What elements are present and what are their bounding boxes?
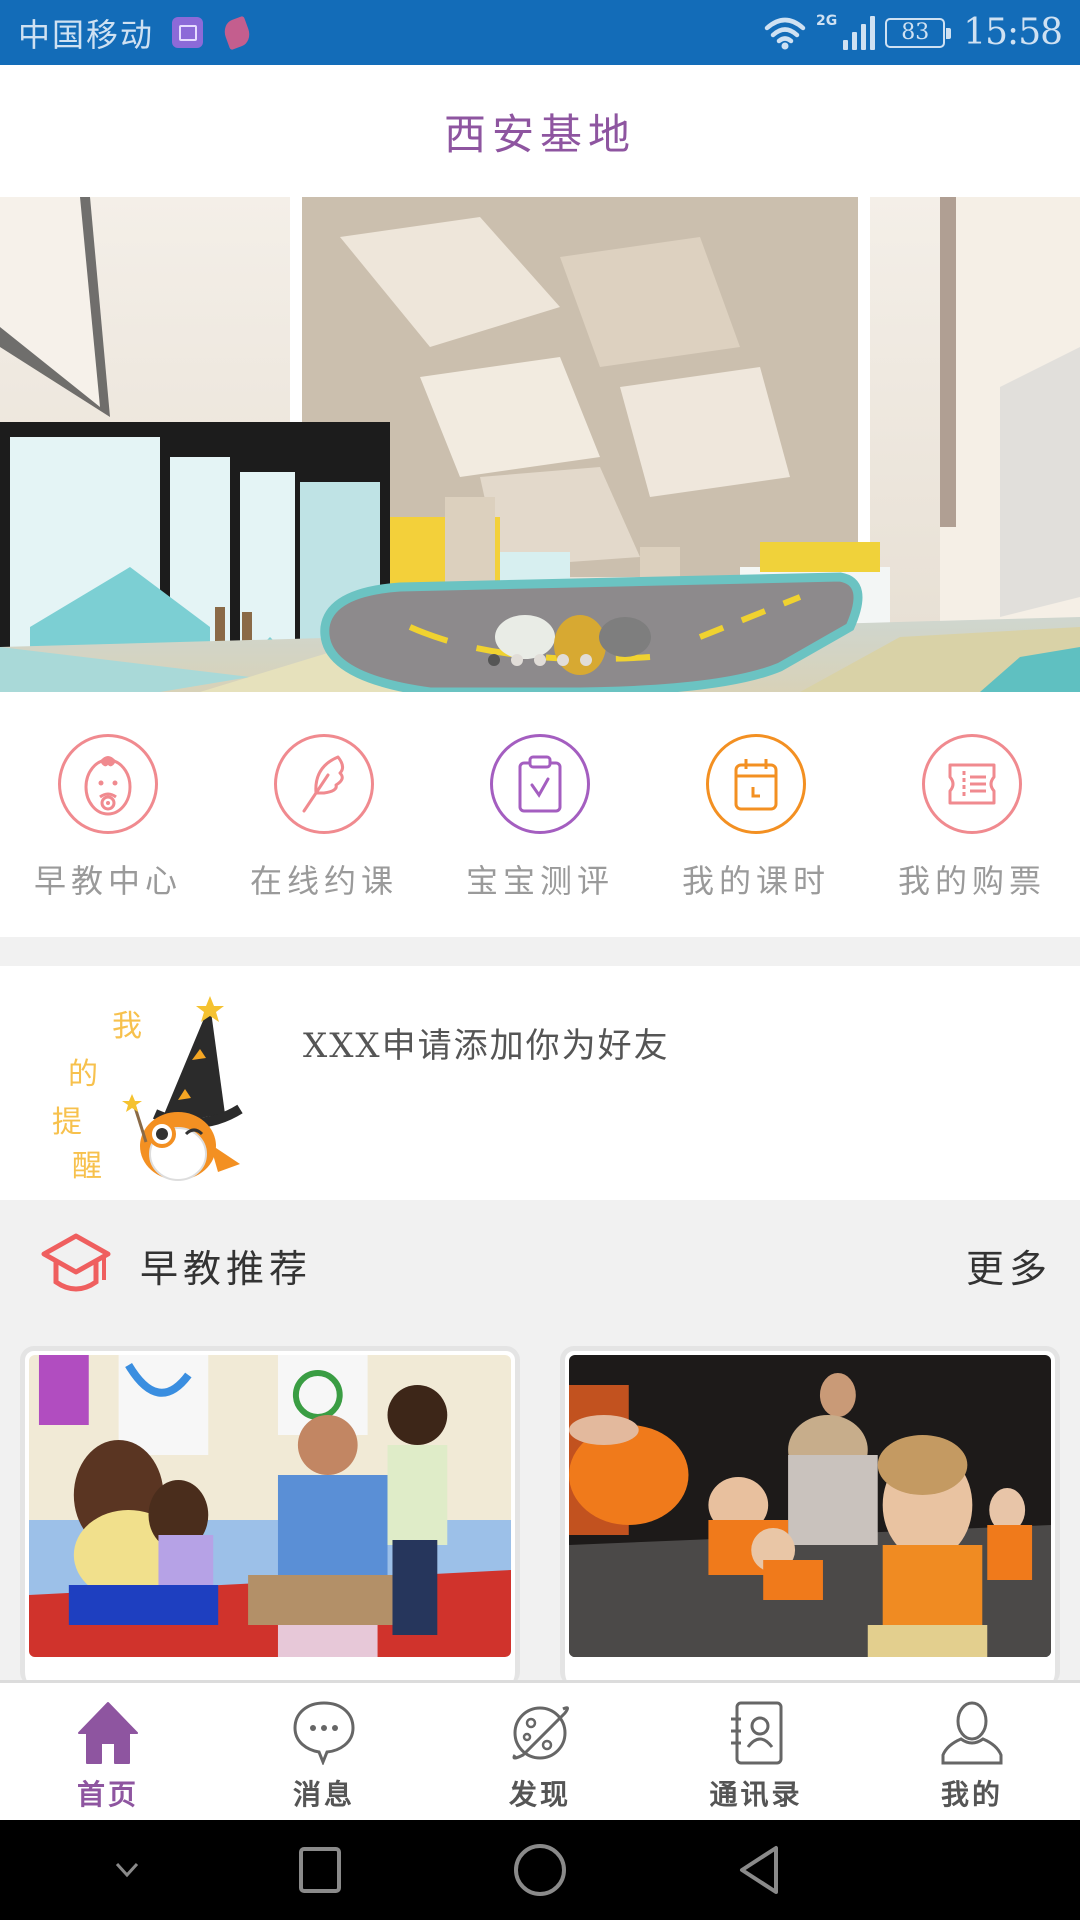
- gallery-notification-icon: [172, 17, 204, 48]
- shortcut-label: 我的购票: [897, 862, 1046, 900]
- tab-me[interactable]: 我的: [864, 1683, 1080, 1820]
- wifi-icon: [764, 17, 806, 49]
- more-link[interactable]: 更多: [966, 1238, 1052, 1293]
- title-bar: 西安基地: [0, 65, 1080, 197]
- signal-icon: [843, 15, 876, 50]
- shortcut-online-booking[interactable]: 在线约课: [216, 692, 432, 937]
- reminder-badge-char: 提: [52, 1105, 82, 1140]
- back-button[interactable]: [730, 1840, 790, 1900]
- tab-label: 通讯录: [709, 1778, 803, 1811]
- tab-label: 消息: [292, 1778, 355, 1811]
- square-icon: [299, 1847, 341, 1893]
- tab-contacts[interactable]: 通讯录: [648, 1683, 864, 1820]
- baby-face-icon: [58, 734, 158, 834]
- carousel-dot-active[interactable]: [488, 654, 500, 666]
- system-navigation-bar: [0, 1820, 1080, 1920]
- reminder-badge-char: 我: [112, 1009, 142, 1044]
- shortcut-grid: 早教中心 在线约课 宝宝测评 我的课时 我的购票: [0, 692, 1080, 937]
- network-type: 2G: [816, 12, 838, 29]
- reminder-badge-char: 醒: [72, 1149, 102, 1184]
- carousel-dot[interactable]: [534, 654, 546, 666]
- shortcut-label: 宝宝测评: [465, 862, 614, 900]
- back-triangle-icon: [740, 1846, 778, 1894]
- tab-messages[interactable]: 消息: [216, 1683, 432, 1820]
- planet-icon: [505, 1697, 575, 1767]
- person-icon: [937, 1697, 1007, 1767]
- reminder-message[interactable]: XXX申请添加你为好友: [303, 1018, 670, 1067]
- shortcut-my-tickets[interactable]: 我的购票: [864, 692, 1080, 937]
- clock: 15:58: [963, 12, 1063, 53]
- reminder-badge-char: 的: [68, 1057, 98, 1092]
- shortcut-baby-assessment[interactable]: 宝宝测评: [432, 692, 648, 937]
- shortcut-my-class-hours[interactable]: 我的课时: [648, 692, 864, 937]
- shortcut-label: 我的课时: [681, 862, 830, 900]
- circle-icon: [514, 1844, 566, 1896]
- app-notification-icon: [220, 15, 254, 50]
- recommend-card[interactable]: [560, 1346, 1060, 1686]
- family-crafts-photo: [29, 1355, 511, 1657]
- tab-home[interactable]: 首页: [0, 1683, 216, 1820]
- hide-keyboard-button[interactable]: [97, 1840, 157, 1900]
- shortcut-label: 早教中心: [33, 862, 182, 900]
- status-bar: 中国移动 2G 83 15:58: [0, 0, 1080, 65]
- home-icon: [73, 1697, 143, 1767]
- carousel-indicator: [0, 654, 1080, 666]
- shortcut-label: 在线约课: [249, 862, 398, 900]
- contacts-icon: [721, 1697, 791, 1767]
- calendar-icon: [706, 734, 806, 834]
- tab-label: 我的: [940, 1778, 1003, 1811]
- tab-discover[interactable]: 发现: [432, 1683, 648, 1820]
- card-image[interactable]: [29, 1355, 511, 1657]
- recommend-card[interactable]: [20, 1346, 520, 1686]
- section-title: 早教推荐: [140, 1246, 313, 1291]
- chat-bubble-icon: [289, 1697, 359, 1767]
- recommend-section-header: 早教推荐 更多: [0, 1200, 1080, 1330]
- home-button[interactable]: [510, 1840, 570, 1900]
- shortcut-early-education-center[interactable]: 早教中心: [0, 692, 216, 937]
- recents-button[interactable]: [290, 1840, 350, 1900]
- feather-icon: [274, 734, 374, 834]
- crawling-babies-photo: [569, 1355, 1051, 1657]
- carousel-dot[interactable]: [580, 654, 592, 666]
- tab-label: 首页: [76, 1778, 139, 1811]
- carousel-dot[interactable]: [511, 654, 523, 666]
- banner-carousel[interactable]: [0, 197, 1080, 692]
- card-image[interactable]: [569, 1355, 1051, 1657]
- battery-icon: 83: [885, 17, 952, 48]
- carrier-name: 中国移动: [18, 15, 155, 54]
- chevron-down-icon: [115, 1862, 139, 1878]
- page-title: 西安基地: [443, 109, 636, 159]
- ticket-icon: [922, 734, 1022, 834]
- recommend-card-list: [20, 1346, 1060, 1686]
- reminder-card[interactable]: 我 的 提 醒 XXX申请添加你为好友: [0, 966, 1080, 1200]
- tab-label: 发现: [508, 1778, 571, 1811]
- battery-level: 83: [901, 20, 930, 45]
- graduation-cap-icon: [41, 1233, 111, 1292]
- banner-image[interactable]: [0, 197, 1080, 692]
- clipboard-check-icon: [490, 734, 590, 834]
- owl-wizard-reminder-icon: 我 的 提 醒: [52, 996, 243, 1184]
- bottom-tab-bar: 首页 消息 发现 通讯录 我的: [0, 1680, 1080, 1820]
- carousel-dot[interactable]: [557, 654, 569, 666]
